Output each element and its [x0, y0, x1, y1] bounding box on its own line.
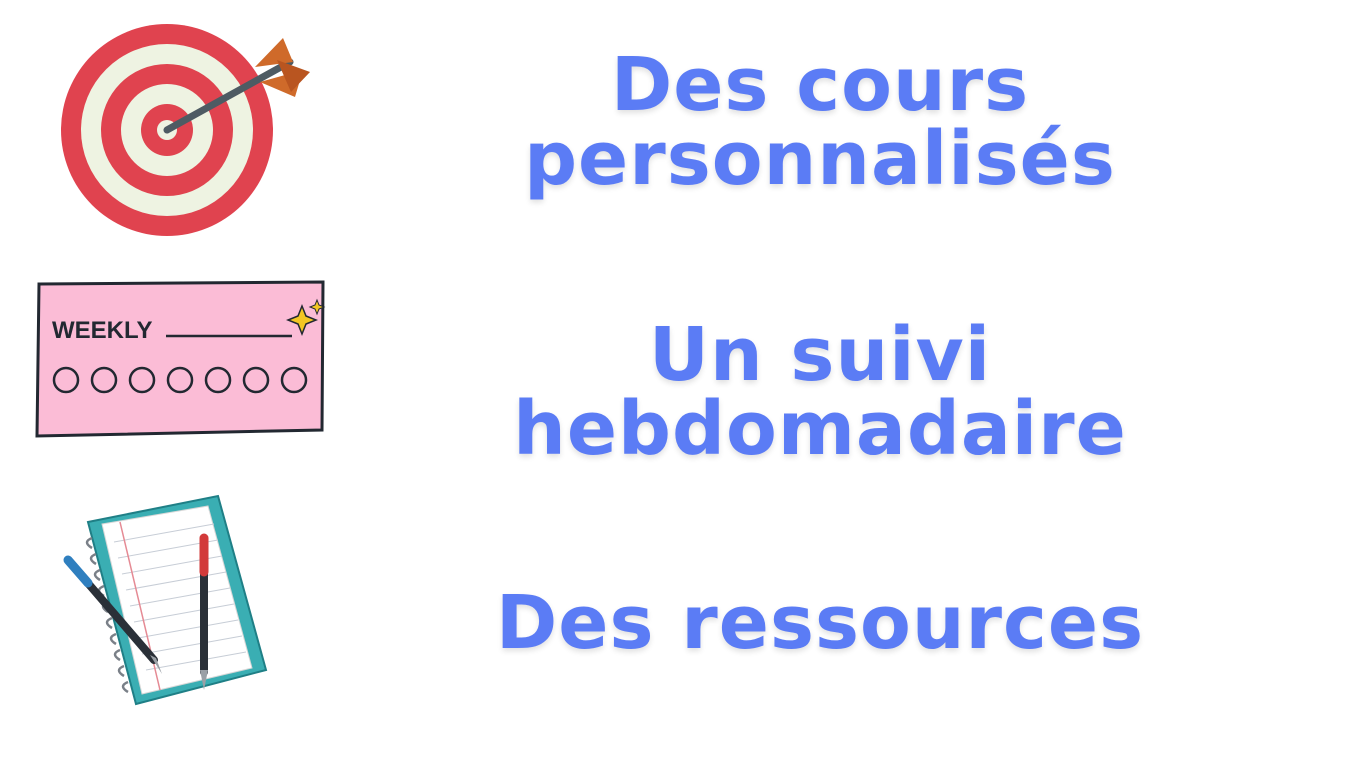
weekly-label: WEEKLY	[52, 317, 152, 344]
heading-resources: Des ressources	[430, 586, 1210, 660]
notebook-pens-icon	[58, 492, 273, 712]
heading-weekly-follow-up: Un suivi hebdomadaire	[430, 318, 1210, 466]
target-icon	[55, 22, 315, 242]
heading-line: personnalisés	[524, 116, 1116, 202]
heading-line: hebdomadaire	[513, 386, 1127, 472]
heading-personalized-courses: Des cours personnalisés	[430, 48, 1210, 196]
heading-line: Des cours	[610, 42, 1030, 128]
weekly-planner-icon: WEEKLY	[34, 280, 329, 440]
heading-line: Un suivi	[648, 312, 992, 398]
heading-line: Des ressources	[495, 580, 1145, 666]
